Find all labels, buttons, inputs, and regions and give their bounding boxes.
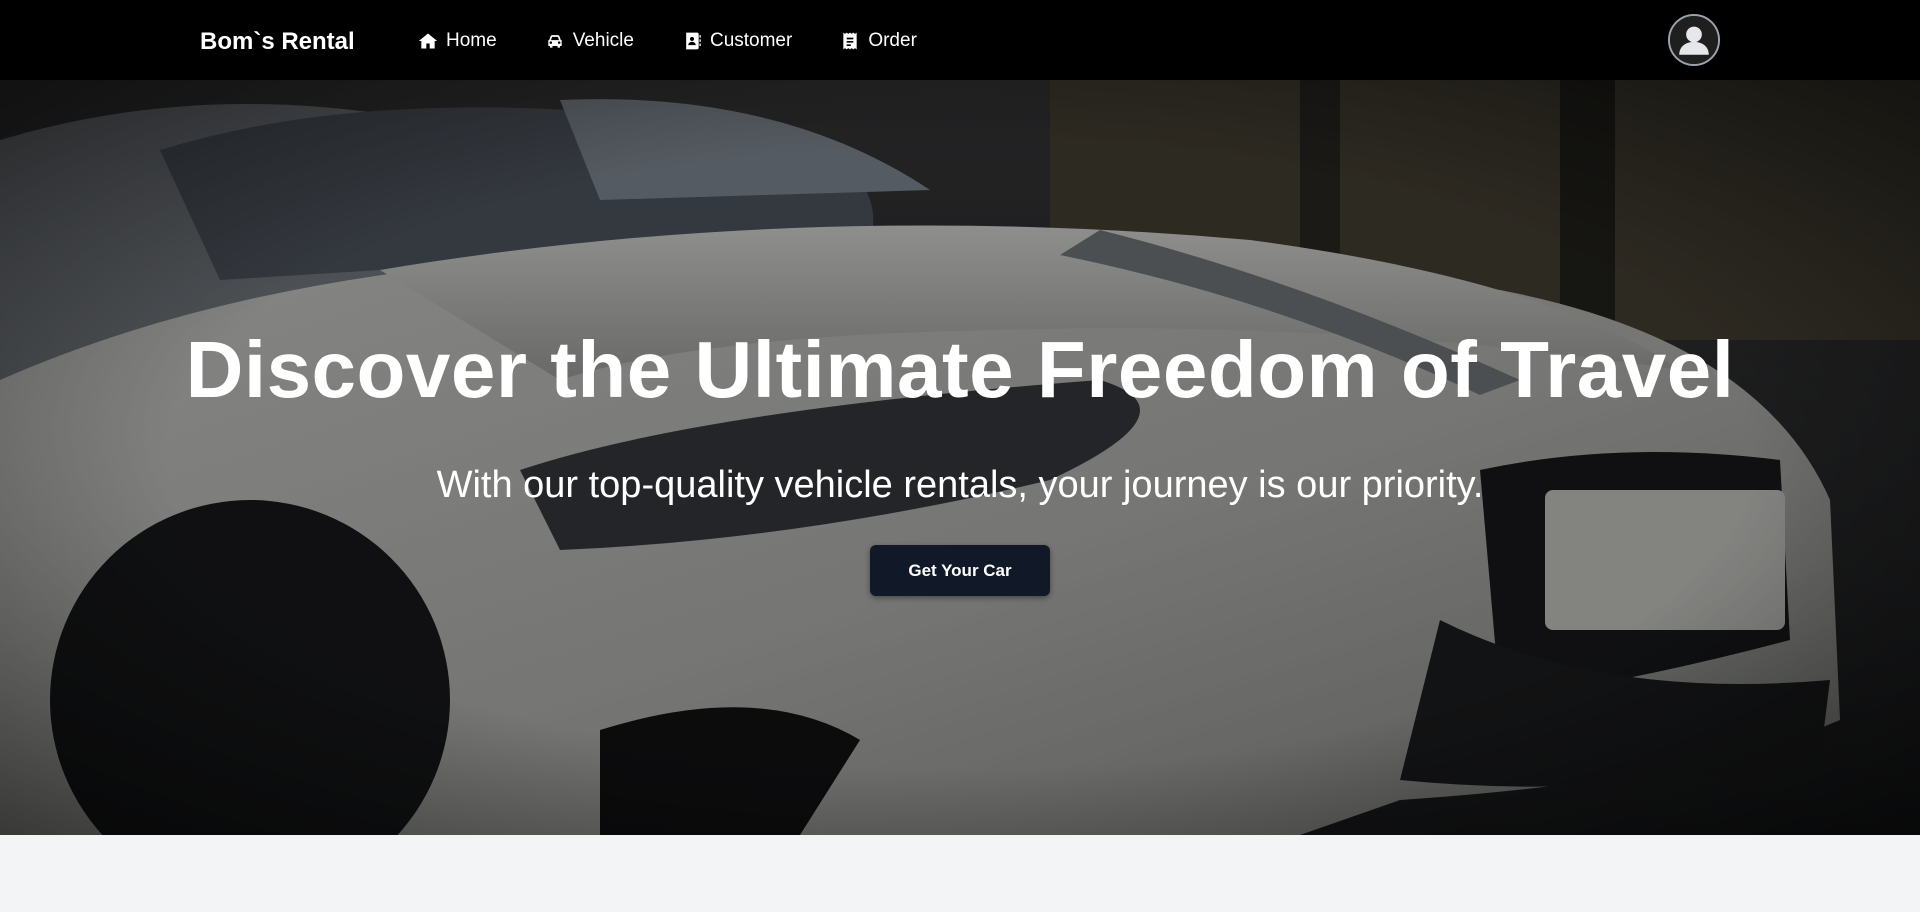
nav-item-home[interactable]: Home [418, 26, 497, 56]
user-avatar-button[interactable] [1668, 14, 1720, 66]
brand-logo[interactable]: Bom`s Rental [200, 25, 355, 59]
car-icon [545, 31, 565, 51]
nav-item-order[interactable]: Order [840, 26, 917, 56]
home-icon [418, 31, 438, 51]
address-book-icon [682, 31, 702, 51]
nav-item-label: Home [446, 30, 497, 51]
user-avatar-icon [1670, 16, 1718, 64]
hero-section: Discover the Ultimate Freedom of Travel … [0, 80, 1920, 835]
nav-item-label: Order [868, 30, 917, 51]
main-nav: Home Vehicle Customer Order [418, 26, 917, 56]
hero-dark-overlay [0, 80, 1920, 835]
nav-item-vehicle[interactable]: Vehicle [545, 26, 634, 56]
hero-title: Discover the Ultimate Freedom of Travel [185, 325, 1735, 414]
nav-item-label: Customer [709, 30, 793, 51]
nav-item-customer[interactable]: Customer [682, 26, 792, 56]
content-section [0, 835, 1920, 912]
get-your-car-button[interactable]: Get Your Car [870, 545, 1050, 596]
nav-item-label: Vehicle [572, 30, 634, 51]
hero-subtitle: With our top-quality vehicle rentals, yo… [436, 464, 1484, 506]
top-navbar: Bom`s Rental Home Vehicle Customer Order [0, 0, 1920, 80]
receipt-icon [840, 31, 860, 51]
